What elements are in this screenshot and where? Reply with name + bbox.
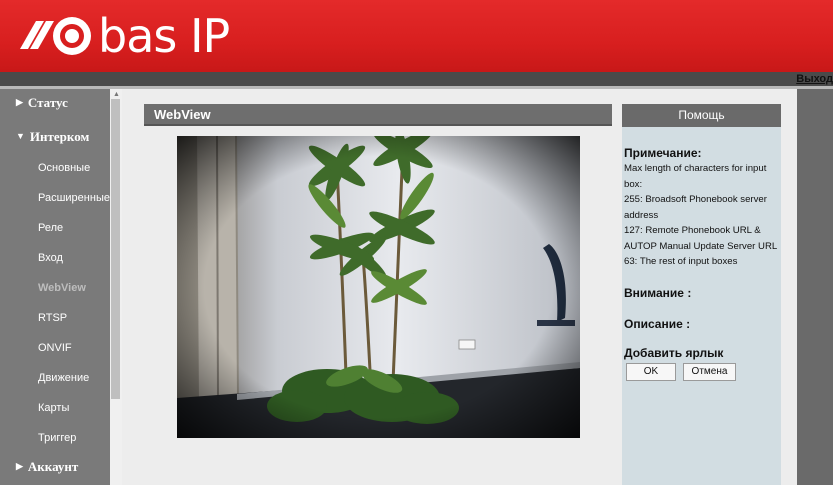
sidebar-item-label: Статус [27,95,68,110]
help-panel: Помощь Примечание: Max length of charact… [622,104,781,485]
help-warning-title: Внимание : [624,286,692,300]
page-title: WebView [154,107,211,122]
help-description-title: Описание : [624,317,691,331]
brand-logo[interactable]: bas IP [14,6,230,66]
sidebar: ▶ Статус ▼ Интерком Основные Расширенные Р… [0,89,110,485]
help-note-line: 63: The rest of input boxes [624,256,738,267]
sidebar-item-input[interactable]: Вход [38,252,63,264]
help-note-body: Max length of characters for input box: … [624,161,780,270]
content-header: WebView [144,104,612,126]
sidebar-item-account[interactable]: ▶ Аккаунт [16,459,78,475]
triangle-right-icon: ▶ [16,97,23,107]
sidebar-item-cards[interactable]: Карты [38,402,69,414]
sidebar-item-advanced[interactable]: Расширенные [38,192,110,204]
sidebar-item-status[interactable]: ▶ Статус [16,95,68,111]
sidebar-item-motion[interactable]: Движение [38,372,89,384]
sidebar-item-rtsp[interactable]: RTSP [38,312,67,324]
help-shortcut-title: Добавить ярлык [624,346,724,360]
help-note-title: Примечание: [624,146,702,160]
camera-image [177,136,580,438]
sidebar-item-onvif[interactable]: ONVIF [38,342,72,354]
scroll-up-arrow-icon[interactable]: ▲ [113,91,120,98]
help-note-line: 127: Remote Phonebook URL & AUTOP Manual… [624,225,778,252]
triangle-right-icon: ▶ [16,461,23,471]
cancel-button[interactable]: Отмена [683,363,736,381]
sidebar-item-label: Аккаунт [27,459,79,474]
brand-name: bas IP [98,9,230,63]
logout-link[interactable]: Выход [796,73,833,85]
sidebar-item-relay[interactable]: Реле [38,222,63,234]
help-note-line: 255: Broadsoft Phonebook server address [624,194,767,221]
sidebar-item-trigger[interactable]: Триггер [38,432,76,444]
sidebar-item-intercom[interactable]: ▼ Интерком [16,129,89,145]
help-note-line: Max length of characters for input box: [624,163,767,190]
sidebar-item-label: Интерком [29,129,90,144]
logo-icon [20,17,91,55]
triangle-down-icon: ▼ [16,131,25,141]
sidebar-scrollbar-thumb[interactable] [111,99,120,399]
sidebar-item-webview[interactable]: WebView [38,282,86,294]
top-bar [0,72,833,86]
help-title: Помощь [622,104,781,127]
ok-button[interactable]: OK [626,363,676,381]
right-gutter [797,89,833,485]
sidebar-item-basic[interactable]: Основные [38,162,90,174]
camera-view [177,136,580,438]
app-header: bas IP [0,0,833,72]
